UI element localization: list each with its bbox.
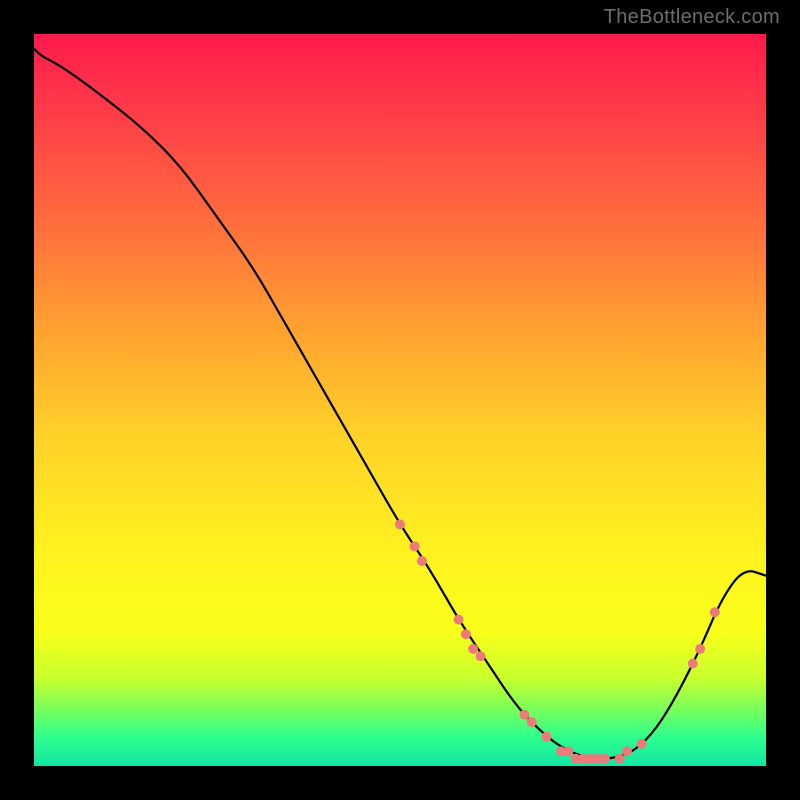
data-marker [637, 739, 647, 749]
data-marker [395, 519, 405, 529]
data-marker [417, 556, 427, 566]
data-marker [593, 754, 603, 764]
watermark-text: TheBottleneck.com [604, 6, 780, 29]
data-marker [527, 717, 537, 727]
data-marker [519, 710, 529, 720]
data-marker [410, 541, 420, 551]
data-marker [585, 754, 595, 764]
data-marker [556, 746, 566, 756]
data-marker [615, 754, 625, 764]
data-marker [600, 754, 610, 764]
curve-svg [34, 34, 766, 766]
data-marker [541, 732, 551, 742]
data-marker [563, 746, 573, 756]
data-marker [688, 659, 698, 669]
data-marker [571, 754, 581, 764]
data-marker [695, 644, 705, 654]
data-marker [578, 754, 588, 764]
chart-stage: TheBottleneck.com [0, 0, 800, 800]
data-marker [461, 629, 471, 639]
data-markers [395, 519, 720, 763]
bottleneck-curve [34, 49, 766, 759]
data-marker [622, 746, 632, 756]
data-marker [454, 615, 464, 625]
plot-area [34, 34, 766, 766]
data-marker [710, 607, 720, 617]
data-marker [476, 651, 486, 661]
data-marker [468, 644, 478, 654]
